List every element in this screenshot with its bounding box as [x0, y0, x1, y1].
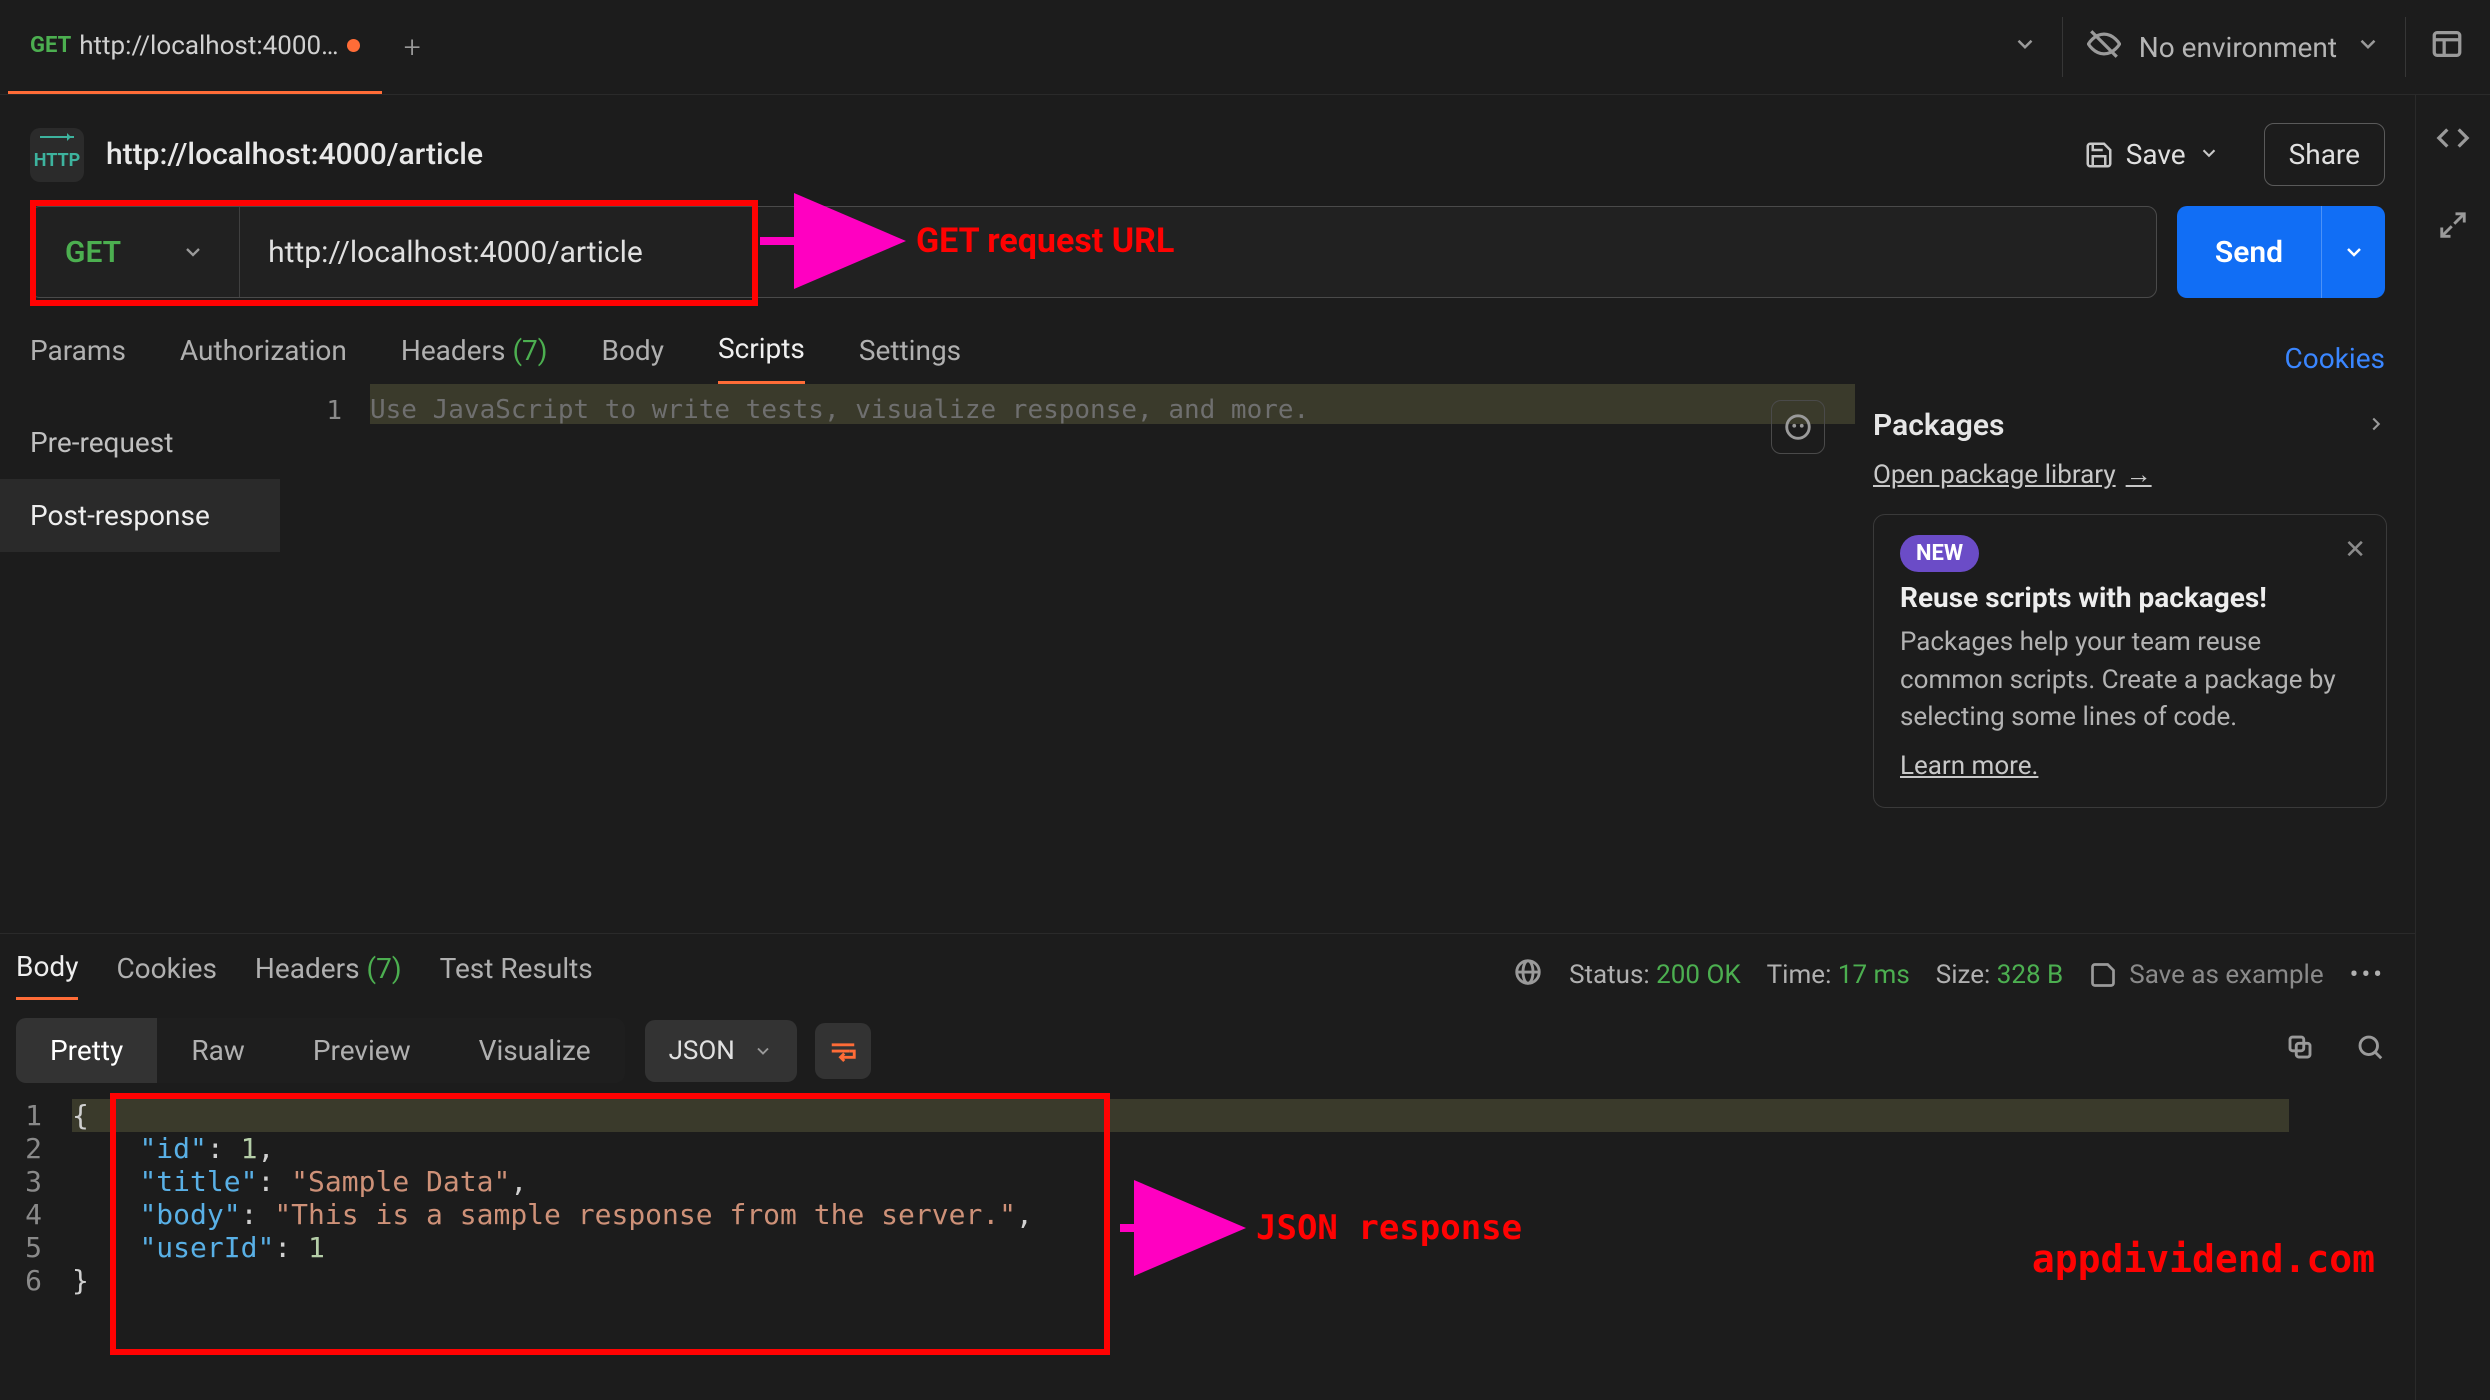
- sidebar-item-pre-request[interactable]: Pre-request: [0, 406, 280, 479]
- globe-icon[interactable]: [1513, 957, 1543, 994]
- share-label: Share: [2289, 138, 2360, 171]
- method-select[interactable]: GET: [31, 207, 240, 297]
- tab-headers[interactable]: Headers (7): [401, 334, 548, 383]
- watermark: appdividend.com: [2032, 1237, 2375, 1281]
- request-tabs: Params Authorization Headers (7) Body Sc…: [0, 314, 2415, 384]
- view-raw[interactable]: Raw: [157, 1018, 279, 1083]
- res-tab-cookies[interactable]: Cookies: [116, 952, 216, 999]
- tab-authorization[interactable]: Authorization: [180, 334, 347, 383]
- save-as-example-button[interactable]: Save as example: [2089, 960, 2323, 990]
- save-example-label: Save as example: [2129, 960, 2323, 990]
- divider: [2062, 17, 2063, 77]
- search-icon[interactable]: [2355, 1032, 2385, 1069]
- status-label: Status: 200 OK: [1569, 960, 1741, 990]
- new-badge: NEW: [1900, 535, 1979, 572]
- view-visualize[interactable]: Visualize: [445, 1018, 625, 1083]
- card-title: Reuse scripts with packages!: [1900, 581, 2360, 614]
- format-label: JSON: [669, 1036, 735, 1066]
- save-chevron-icon[interactable]: [2198, 138, 2220, 171]
- open-package-library-label: Open package library: [1873, 460, 2116, 490]
- scripts-sidebar: Pre-request Post-response: [0, 384, 280, 933]
- tab-settings[interactable]: Settings: [859, 334, 961, 383]
- chevron-right-icon[interactable]: [2365, 408, 2387, 443]
- response-body[interactable]: 1{ 2 "id": 1, 3 "title": "Sample Data", …: [0, 1093, 2415, 1297]
- response-tabs: Body Cookies Headers (7) Test Results St…: [0, 934, 2415, 1000]
- share-button[interactable]: Share: [2264, 123, 2385, 186]
- tab-overflow-chevron-icon[interactable]: [2012, 31, 2038, 64]
- url-box: GET: [30, 206, 2157, 298]
- sidebar-item-post-response[interactable]: Post-response: [0, 479, 280, 552]
- unsaved-dot-icon: [347, 39, 360, 52]
- save-button[interactable]: Save: [2060, 124, 2244, 185]
- request-title: http://localhost:4000/article: [106, 137, 483, 172]
- request-tab[interactable]: GET http://localhost:4000/ai: [8, 0, 382, 94]
- tab-bar: GET http://localhost:4000/ai + No enviro…: [0, 0, 2490, 95]
- env-quicklook-icon[interactable]: [2430, 27, 2464, 68]
- environment-label[interactable]: No environment: [2139, 31, 2337, 64]
- packages-title: Packages: [1873, 408, 2004, 443]
- request-title-row: HTTP http://localhost:4000/article Save …: [0, 95, 2415, 206]
- method-value: GET: [65, 235, 121, 270]
- expand-icon[interactable]: [2438, 210, 2468, 247]
- more-icon[interactable]: •••: [2350, 960, 2385, 990]
- env-chevron-icon[interactable]: [2355, 31, 2381, 64]
- copy-icon[interactable]: [2285, 1032, 2315, 1069]
- wrap-lines-button[interactable]: [815, 1023, 871, 1079]
- script-editor[interactable]: 1 Use JavaScript to write tests, visuali…: [280, 384, 1855, 933]
- tab-headers-label: Headers: [401, 334, 506, 367]
- res-tab-body[interactable]: Body: [16, 950, 78, 1000]
- time-label: Time: 17 ms: [1767, 960, 1910, 990]
- close-icon[interactable]: ✕: [2344, 535, 2366, 565]
- tab-body[interactable]: Body: [602, 334, 664, 383]
- send-button[interactable]: Send: [2177, 206, 2385, 298]
- tab-headers-count: (7): [512, 334, 547, 367]
- view-mode-group: Pretty Raw Preview Visualize: [16, 1018, 625, 1083]
- res-tab-headers[interactable]: Headers (7): [255, 952, 402, 999]
- view-preview[interactable]: Preview: [279, 1018, 445, 1083]
- learn-more-link[interactable]: Learn more.: [1900, 751, 2038, 781]
- tab-scripts[interactable]: Scripts: [718, 332, 805, 384]
- divider: [2405, 17, 2406, 77]
- packages-panel: Packages Open package library → NEW ✕ Re…: [1855, 384, 2415, 933]
- res-tab-test-results[interactable]: Test Results: [440, 952, 593, 999]
- chevron-down-icon: [181, 240, 205, 264]
- open-package-library-link[interactable]: Open package library →: [1873, 459, 2152, 490]
- postbot-button[interactable]: [1771, 400, 1825, 454]
- res-tab-headers-count: (7): [367, 952, 402, 985]
- http-icon: HTTP: [30, 128, 84, 182]
- editor-placeholder: Use JavaScript to write tests, visualize…: [370, 384, 1855, 424]
- tab-params[interactable]: Params: [30, 334, 126, 383]
- send-label: Send: [2177, 235, 2321, 270]
- format-select[interactable]: JSON: [645, 1020, 797, 1082]
- res-tab-headers-label: Headers: [255, 952, 360, 985]
- code-icon[interactable]: [2436, 121, 2470, 162]
- save-label: Save: [2126, 138, 2186, 171]
- response-controls: Pretty Raw Preview Visualize JSON: [0, 1000, 2415, 1093]
- new-tab-button[interactable]: +: [382, 30, 442, 65]
- tab-method: GET: [30, 33, 71, 58]
- right-sidebar: [2415, 95, 2490, 1400]
- cookies-link[interactable]: Cookies: [2285, 342, 2385, 375]
- editor-line-number: 1: [280, 384, 370, 426]
- view-pretty[interactable]: Pretty: [16, 1018, 157, 1083]
- send-chevron-icon[interactable]: [2321, 206, 2385, 298]
- tab-title: http://localhost:4000/ai: [79, 31, 339, 61]
- card-body: Packages help your team reuse common scr…: [1900, 624, 2360, 737]
- url-input[interactable]: [240, 235, 2156, 270]
- env-eye-off-icon[interactable]: [2087, 27, 2121, 68]
- packages-card: NEW ✕ Reuse scripts with packages! Packa…: [1873, 514, 2387, 808]
- size-label: Size: 328 B: [1936, 960, 2064, 990]
